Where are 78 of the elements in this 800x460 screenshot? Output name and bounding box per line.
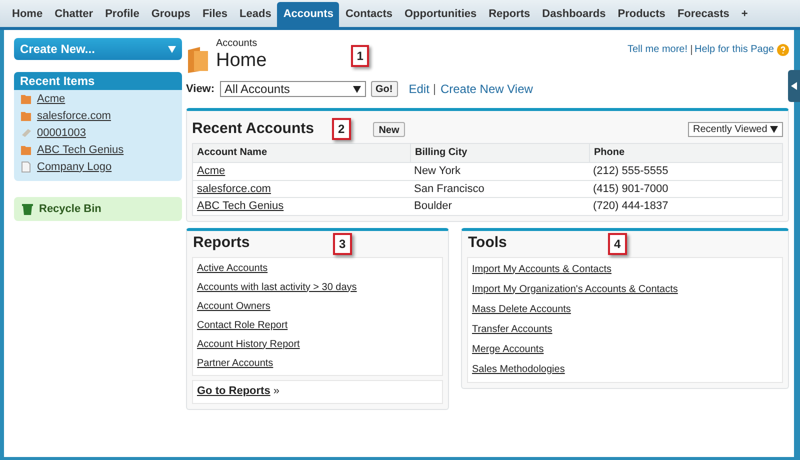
nav-tab[interactable]: +	[735, 2, 754, 27]
nav-tab[interactable]: Opportunities	[398, 2, 483, 27]
document-icon	[20, 161, 32, 173]
folder-icon	[20, 110, 32, 122]
panel-title: Reports	[193, 233, 251, 254]
account-link[interactable]: ABC Tech Genius	[193, 197, 410, 214]
recycle-bin-label: Recycle Bin	[39, 202, 102, 217]
tool-link[interactable]: Sales Methodologies	[472, 362, 778, 376]
table-cell: Boulder	[410, 197, 589, 214]
folder-icon	[186, 46, 210, 74]
tool-link[interactable]: Mass Delete Accounts	[472, 302, 778, 316]
nav-tab[interactable]: Groups	[145, 2, 196, 27]
nav-tab[interactable]: Contacts	[339, 2, 398, 27]
report-link[interactable]: Accounts with last activity > 30 days	[197, 280, 438, 294]
recent-item-link[interactable]: Company Logo	[37, 158, 112, 176]
callout-number: 1	[350, 45, 370, 67]
account-link[interactable]: Acme	[193, 162, 410, 180]
recent-items-title: Recent Items	[14, 72, 182, 90]
trash-icon	[22, 203, 33, 215]
tell-me-more-link[interactable]: Tell me more!	[627, 42, 688, 57]
tool-link[interactable]: Merge Accounts	[472, 342, 778, 356]
side-tab-handle[interactable]	[788, 70, 800, 102]
nav-tab[interactable]: Reports	[482, 2, 536, 27]
table-cell: San Francisco	[410, 180, 589, 197]
create-view-link[interactable]: Create New View	[440, 80, 533, 98]
caret-icon	[168, 46, 176, 52]
panel-title: Recent Accounts	[192, 118, 315, 139]
column-header: Phone	[589, 144, 782, 162]
new-button[interactable]: New	[372, 122, 406, 136]
recent-item-link[interactable]: ABC Tech Genius	[37, 142, 124, 158]
nav-tab[interactable]: Dashboards	[536, 2, 612, 27]
help-link[interactable]: Help for this Page	[694, 42, 774, 57]
table-cell: (212) 555-5555	[589, 162, 782, 180]
callout-number: 3	[333, 232, 352, 254]
help-icon	[777, 44, 789, 56]
panel-title: Tools	[468, 233, 508, 254]
nav-tab[interactable]: Profile	[99, 2, 146, 27]
recent-item-link[interactable]: Acme	[37, 90, 66, 108]
callout-number: 4	[608, 232, 627, 254]
go-button[interactable]: Go!	[370, 81, 398, 97]
recycle-bin-panel[interactable]: Recycle Bin	[14, 197, 182, 221]
table-cell: New York	[410, 162, 589, 180]
report-link[interactable]: Account History Report	[197, 338, 438, 352]
recent-item-link[interactable]: salesforce.com	[37, 108, 111, 124]
breadcrumb: Accounts	[216, 38, 258, 50]
caret-icon	[352, 86, 361, 92]
report-link[interactable]: Partner Accounts	[197, 356, 438, 370]
nav-tab[interactable]: Chatter	[48, 2, 100, 27]
table-cell: (415) 901-7000	[589, 180, 782, 197]
folder-icon	[20, 93, 32, 105]
nav-tab[interactable]: Products	[612, 2, 672, 27]
tool-link[interactable]: Import My Organization's Accounts & Contacts	[472, 282, 778, 296]
nav-tab[interactable]: Files	[196, 2, 234, 27]
edit-link[interactable]: Edit	[408, 80, 430, 98]
nav-tab[interactable]: Home	[6, 2, 49, 27]
report-link[interactable]: Active Accounts	[197, 262, 438, 276]
tool-link[interactable]: Transfer Accounts	[472, 322, 778, 336]
callout-number: 2	[332, 118, 351, 140]
view-label: View:	[186, 82, 215, 97]
column-header: Billing City	[410, 144, 589, 162]
folder-icon	[20, 144, 32, 156]
filter-select[interactable]: Recently Viewed	[688, 122, 783, 136]
page-title: Home	[216, 50, 267, 72]
account-link[interactable]: salesforce.com	[193, 180, 410, 197]
table-cell: (720) 444-1837	[589, 197, 782, 214]
chevron-text: »	[273, 384, 280, 400]
report-link[interactable]: Contact Role Report	[197, 318, 438, 332]
go-to-reports-link[interactable]: Go to Reports	[197, 383, 270, 400]
caret-icon	[770, 126, 778, 132]
column-header: Account Name	[193, 144, 410, 162]
view-select[interactable]: All Accounts	[220, 81, 366, 97]
report-link[interactable]: Account Owners	[197, 300, 438, 314]
nav-tab[interactable]: Forecasts	[671, 2, 736, 27]
nav-tab[interactable]: Accounts	[277, 2, 340, 27]
nav-tab[interactable]: Leads	[234, 2, 278, 27]
tool-link[interactable]: Import My Accounts & Contacts	[472, 262, 778, 276]
arrow-left-icon	[791, 82, 797, 90]
recent-item-link[interactable]: 00001003	[37, 124, 86, 142]
